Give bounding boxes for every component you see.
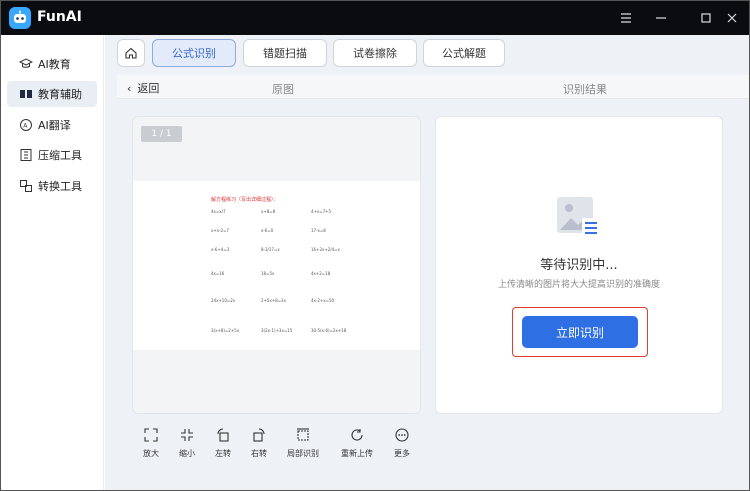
shrink-icon — [179, 427, 195, 443]
sidebar: AI教育 教育辅助 A AI翻译 压缩工具 转换工具 — [1, 35, 104, 490]
robot-logo-icon — [9, 7, 31, 29]
equation-item: 3(x+8)=2+5x — [211, 328, 240, 333]
equation-item: 18=5x — [261, 271, 275, 276]
tool-label: 左转 — [215, 449, 231, 458]
equation-item: 4x=16 — [211, 271, 225, 276]
rotate-left-icon — [215, 427, 231, 443]
menu-icon[interactable] — [618, 10, 634, 26]
sidebar-item-label: AI教育 — [38, 58, 71, 71]
upload-hint: 上传清晰的图片将大大提高识别的准确度 — [497, 280, 660, 290]
equation-item: 17-x=8 — [311, 228, 326, 233]
sidebar-item-compress-tools[interactable]: 压缩工具 — [7, 142, 97, 168]
tool-label: 右转 — [251, 449, 267, 458]
image-preview-panel[interactable]: 1 / 1 解方程练习（写出详细过程）： 4x=x/7 x+8=8 4+x=7+5 x… — [132, 116, 421, 414]
equation-item: 2+5x+8=3x — [261, 298, 286, 303]
equation-item: x+8=8 — [261, 209, 276, 214]
tool-label: 更多 — [394, 449, 410, 458]
rotate-right-icon — [251, 427, 267, 443]
equation-item: 24x+10=2x — [211, 298, 236, 303]
equation-item: x-6+4=3 — [211, 247, 230, 252]
tool-label: 缩小 — [179, 449, 195, 458]
sidebar-item-label: AI翻译 — [38, 119, 71, 132]
zoom-out-button[interactable]: 缩小 — [167, 427, 207, 459]
translate-icon: A — [19, 118, 33, 132]
equation-item: 4+x=7+5 — [311, 209, 332, 214]
image-recognition-icon — [556, 196, 602, 240]
page-indicator: 1 / 1 — [141, 126, 182, 142]
partial-recognize-button[interactable]: 局部识别 — [283, 427, 323, 459]
rotate-right-button[interactable]: 右转 — [239, 427, 279, 459]
equation-item: 4x+2=18 — [311, 271, 331, 276]
equation-item: x+x-2=7 — [211, 228, 229, 233]
rotate-left-button[interactable]: 左转 — [203, 427, 243, 459]
tab-wrong-question-scan[interactable]: 错题扫描 — [243, 39, 327, 67]
equation-item: x-6=0 — [261, 228, 274, 233]
crop-select-icon — [295, 427, 311, 443]
title-bar: FunAI — [1, 1, 749, 35]
result-panel: 等待识别中... 上传清晰的图片将大大提高识别的准确度 立即识别 — [435, 116, 723, 414]
document-title: 解方程练习（写出详细过程）： — [211, 197, 279, 203]
equation-item: 16+2x+2/4=x — [311, 247, 340, 252]
waiting-status: 等待识别中... — [540, 258, 618, 273]
original-label: 原图 — [272, 83, 294, 96]
result-label: 识别结果 — [563, 83, 607, 96]
image-toolbar: 放大 缩小 左转 右转 局部识别 重新上传 更多 — [137, 427, 437, 467]
svg-text:A: A — [23, 123, 28, 130]
sidebar-item-label: 教育辅助 — [38, 88, 82, 101]
more-button[interactable]: 更多 — [382, 427, 422, 459]
sub-header: ‹ 返回 原图 识别结果 — [117, 75, 749, 99]
tool-label: 重新上传 — [341, 449, 373, 458]
app-title: FunAI — [37, 9, 82, 25]
home-button[interactable] — [117, 39, 145, 67]
app-window: FunAI AI教育 教育辅助 A AI翻译 压缩工具 转换工具 公式识别 错题… — [0, 0, 750, 491]
sidebar-item-ai-translate[interactable]: A AI翻译 — [7, 112, 97, 138]
equation-item: 3(2x-1)+3x=15 — [261, 328, 293, 333]
compress-icon — [19, 148, 33, 162]
sidebar-item-ai-education[interactable]: AI教育 — [7, 51, 97, 77]
chevron-left-icon: ‹ — [127, 81, 132, 95]
tool-label: 放大 — [143, 449, 159, 458]
sidebar-item-convert-tools[interactable]: 转换工具 — [7, 173, 97, 199]
tab-formula-recognition[interactable]: 公式识别 — [152, 39, 236, 67]
tab-paper-erase[interactable]: 试卷擦除 — [333, 39, 417, 67]
tool-label: 局部识别 — [287, 449, 319, 458]
minimize-icon[interactable] — [653, 10, 669, 26]
equation-item: 30-5(x-6)=2x+18 — [311, 328, 347, 333]
expand-icon — [143, 427, 159, 443]
back-button[interactable]: ‹ 返回 — [127, 80, 159, 96]
more-icon — [394, 427, 410, 443]
main-content: 公式识别 错题扫描 试卷擦除 公式解题 ‹ 返回 原图 识别结果 1 / 1 解… — [105, 35, 749, 490]
tab-formula-solve[interactable]: 公式解题 — [423, 39, 505, 67]
book-icon — [19, 87, 33, 101]
recognize-now-button[interactable]: 立即识别 — [522, 316, 638, 348]
close-icon[interactable] — [724, 10, 740, 26]
reupload-button[interactable]: 重新上传 — [337, 427, 377, 459]
home-icon — [125, 47, 137, 59]
refresh-icon — [349, 427, 365, 443]
preview-bottom-area — [133, 350, 420, 413]
sidebar-item-label: 压缩工具 — [38, 149, 82, 162]
sidebar-item-label: 转换工具 — [38, 180, 82, 193]
equation-item: 4x-2+x=50 — [311, 298, 335, 303]
maximize-icon[interactable] — [698, 10, 714, 26]
graduation-cap-icon — [19, 57, 33, 71]
sidebar-item-education-assist[interactable]: 教育辅助 — [7, 81, 97, 107]
convert-icon — [19, 179, 33, 193]
equation-item: 8-3/17=x — [261, 247, 280, 252]
zoom-in-button[interactable]: 放大 — [131, 427, 171, 459]
equation-item: 4x=x/7 — [211, 209, 226, 214]
back-label: 返回 — [137, 82, 160, 95]
